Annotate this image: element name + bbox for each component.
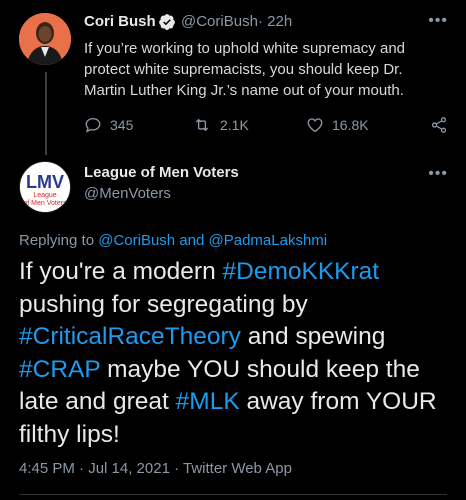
- tweet1-text: If you’re working to uphold white suprem…: [84, 40, 406, 99]
- tweet1-action-bar: 345 2.1K 16.8K: [84, 116, 448, 136]
- avatar-caption-line2: of Men Voters: [23, 200, 67, 207]
- replying-to-line: Replying to @CoriBush and @PadmaLakshmi: [19, 232, 327, 249]
- share-icon: [431, 117, 447, 133]
- tweet2-author-name[interactable]: League of Men Voters: [84, 164, 239, 181]
- mention-link-padmalakshmi[interactable]: @PadmaLakshmi: [209, 232, 328, 249]
- retweet-button[interactable]: 2.1K: [192, 116, 249, 134]
- hashtag-link-crap[interactable]: #CRAP: [19, 356, 100, 383]
- tweet2-text-part: and spewing: [240, 323, 386, 350]
- more-options-icon[interactable]: •••: [428, 165, 448, 183]
- tweet2-text-part: If you're a modern: [19, 258, 223, 285]
- tweet2-text-part: pushing for segregating by: [19, 290, 308, 318]
- divider: [19, 494, 447, 495]
- verified-badge-icon: [159, 14, 175, 30]
- league-of-men-voters-avatar[interactable]: LMV League of Men Voters: [19, 161, 71, 213]
- avatar-caption-line1: League: [33, 192, 56, 199]
- tweet1-timestamp[interactable]: · 22h: [258, 13, 292, 30]
- tweet1-author-name[interactable]: Cori Bush: [84, 13, 156, 30]
- like-button[interactable]: 16.8K: [306, 116, 369, 134]
- replying-and: and: [179, 232, 205, 249]
- tweet2-text: If you're a modern #DemoKKKrat pushing f…: [19, 256, 455, 451]
- tweet1-handle[interactable]: @CoriBush: [181, 13, 258, 30]
- thread-connector-line: [45, 72, 47, 155]
- hashtag-link-criticalracetheory[interactable]: #CriticalRaceTheory: [19, 323, 241, 350]
- cori-bush-avatar[interactable]: [19, 13, 71, 65]
- mention-link-coribush[interactable]: @CoriBush: [98, 232, 175, 249]
- reply-button[interactable]: 345: [84, 116, 133, 134]
- hashtag-link-demokkkrat[interactable]: #DemoKKKrat: [223, 258, 380, 285]
- tweet2-handle[interactable]: @MenVoters: [84, 185, 171, 202]
- like-icon: [307, 118, 323, 133]
- like-count: 16.8K: [332, 117, 369, 133]
- reply-icon: [85, 117, 101, 133]
- retweet-count: 2.1K: [220, 117, 249, 133]
- tweet2-timestamp-source[interactable]: 4:45 PM · Jul 14, 2021 · Twitter Web App: [19, 460, 292, 477]
- hashtag-link-mlk[interactable]: #MLK: [176, 388, 240, 415]
- avatar-logo-text: LMV: [26, 172, 64, 192]
- more-options-icon[interactable]: •••: [428, 12, 448, 30]
- share-button[interactable]: [430, 116, 448, 134]
- retweet-icon: [195, 118, 209, 132]
- reply-count: 345: [110, 117, 134, 133]
- replying-prefix: Replying to: [19, 232, 95, 249]
